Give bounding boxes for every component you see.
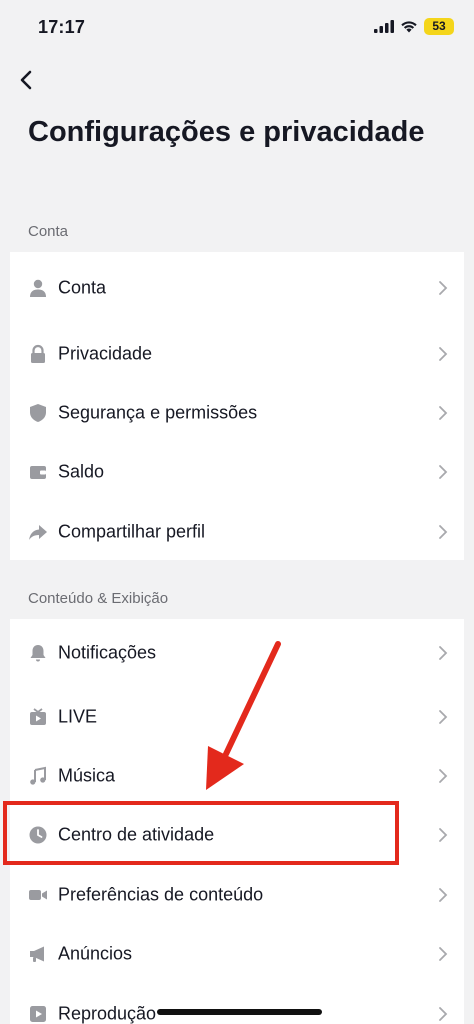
wifi-icon (401, 21, 417, 33)
settings-item-label: Notificações (58, 642, 157, 663)
clock-icon (29, 826, 47, 844)
settings-item-privacidade[interactable]: Privacidade (10, 324, 464, 383)
wallet-icon (30, 466, 46, 480)
settings-item-label: Conta (58, 277, 107, 298)
settings-item-musica[interactable]: Música (10, 746, 464, 805)
settings-item-seguranca[interactable]: Segurança e permissões (10, 383, 464, 442)
chevron-right-icon (439, 1006, 448, 1021)
settings-item-label: Música (58, 765, 116, 786)
settings-item-label: Centro de atividade (58, 824, 215, 845)
settings-item-label: Compartilhar perfil (58, 521, 206, 542)
settings-item-conta[interactable]: Conta (10, 252, 464, 324)
account-settings-card: Conta Privacidade Segurança e permissões… (10, 252, 464, 560)
settings-screen: 17:17 53 Configurações e privacidade Con… (0, 0, 474, 1024)
signal-icon (374, 20, 394, 33)
content-display-card: Notificações LIVE Música Centro de ativi… (10, 619, 464, 1024)
status-time: 17:17 (38, 17, 86, 37)
music-note-icon (30, 766, 46, 785)
settings-item-label: Reprodução (58, 1003, 157, 1024)
settings-item-live[interactable]: LIVE (10, 687, 464, 746)
status-icons: 53 (374, 18, 454, 35)
settings-item-reproducao[interactable]: Reprodução (10, 984, 464, 1024)
home-indicator (157, 1009, 322, 1015)
tv-icon (30, 707, 46, 725)
chevron-right-icon (439, 709, 448, 724)
share-icon (29, 524, 47, 540)
settings-item-saldo[interactable]: Saldo (10, 443, 464, 502)
settings-item-anuncios[interactable]: Anúncios (10, 925, 464, 984)
section-header-conteudo-exibicao: Conteúdo & Exibição (28, 590, 169, 607)
settings-item-label: Segurança e permissões (58, 402, 258, 423)
chevron-right-icon (439, 346, 448, 361)
lock-icon (31, 344, 45, 363)
battery-indicator: 53 (424, 18, 454, 35)
settings-item-label: Anúncios (58, 943, 133, 964)
settings-item-notificacoes[interactable]: Notificações (10, 619, 464, 687)
chevron-right-icon (439, 524, 448, 539)
chevron-left-icon (20, 70, 32, 90)
chevron-right-icon (439, 406, 448, 420)
chevron-right-icon (439, 465, 448, 480)
chevron-right-icon (439, 646, 448, 660)
settings-item-label: Privacidade (58, 343, 153, 364)
settings-item-label: LIVE (58, 706, 98, 727)
chevron-right-icon (439, 769, 448, 783)
settings-item-centro-de-atividade[interactable]: Centro de atividade (10, 806, 464, 865)
settings-item-preferencias-de-conteudo[interactable]: Preferências de conteúdo (10, 865, 464, 924)
person-icon (30, 279, 46, 297)
back-button[interactable] (14, 66, 42, 94)
shield-icon (30, 404, 46, 423)
settings-item-compartilhar-perfil[interactable]: Compartilhar perfil (10, 502, 464, 561)
page-title: Configurações e privacidade (28, 116, 425, 148)
section-header-conta: Conta (28, 223, 69, 240)
megaphone-icon (30, 946, 44, 963)
settings-item-label: Preferências de conteúdo (58, 884, 264, 905)
chevron-right-icon (439, 887, 448, 902)
chevron-right-icon (439, 828, 448, 843)
bell-icon (30, 645, 46, 662)
video-camera-icon (29, 889, 47, 900)
play-icon (30, 1005, 46, 1022)
chevron-right-icon (439, 947, 448, 962)
settings-item-label: Saldo (58, 461, 105, 482)
status-bar: 17:17 53 (0, 0, 474, 56)
chevron-right-icon (439, 281, 448, 295)
